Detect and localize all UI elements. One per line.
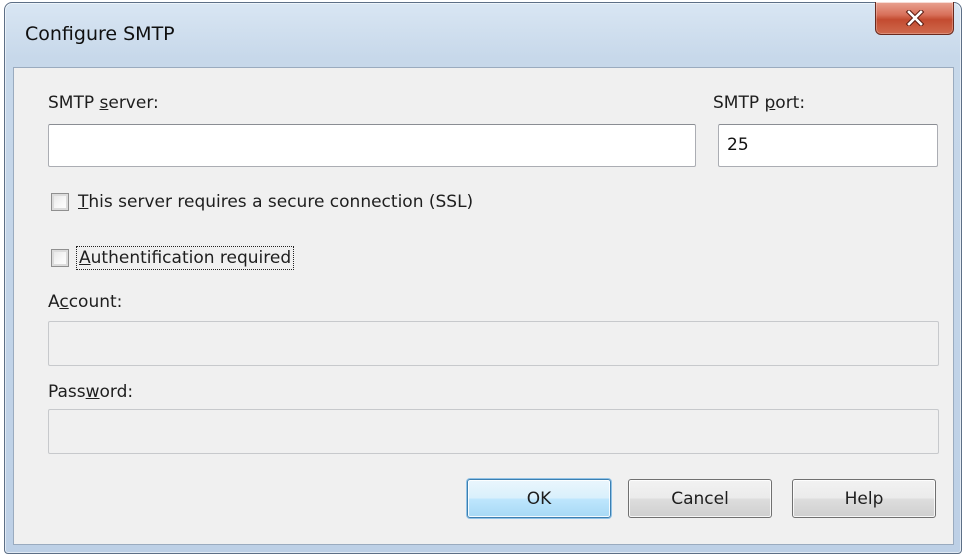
cancel-button[interactable]: Cancel	[628, 479, 772, 518]
window-title: Configure SMTP	[25, 23, 175, 45]
ssl-checkbox[interactable]	[51, 193, 69, 211]
ssl-checkbox-label: This server requires a secure connection…	[78, 192, 474, 212]
title-bar[interactable]: Configure SMTP	[5, 2, 961, 67]
close-icon	[905, 10, 925, 26]
auth-checkbox-label: Authentification required	[75, 246, 295, 270]
account-input[interactable]	[48, 321, 939, 366]
ssl-checkbox-row[interactable]: This server requires a secure connection…	[51, 192, 473, 212]
auth-checkbox[interactable]	[51, 249, 69, 267]
smtp-port-label: SMTP port:	[713, 93, 806, 113]
password-input[interactable]	[48, 409, 939, 454]
close-button[interactable]	[875, 2, 954, 35]
account-label: Account:	[48, 292, 123, 312]
smtp-server-input[interactable]	[48, 124, 696, 167]
dialog-client-area: SMTP server: SMTP port: 25 This server r…	[13, 67, 954, 545]
help-button[interactable]: Help	[792, 479, 936, 518]
smtp-port-input[interactable]: 25	[718, 124, 938, 167]
configure-smtp-dialog: Configure SMTP SMTP server: SMTP port: 2…	[4, 2, 962, 554]
auth-checkbox-row[interactable]: Authentification required	[51, 246, 295, 270]
password-label: Password:	[48, 382, 134, 402]
ok-button[interactable]: OK	[467, 479, 611, 518]
smtp-server-label: SMTP server:	[48, 93, 159, 113]
